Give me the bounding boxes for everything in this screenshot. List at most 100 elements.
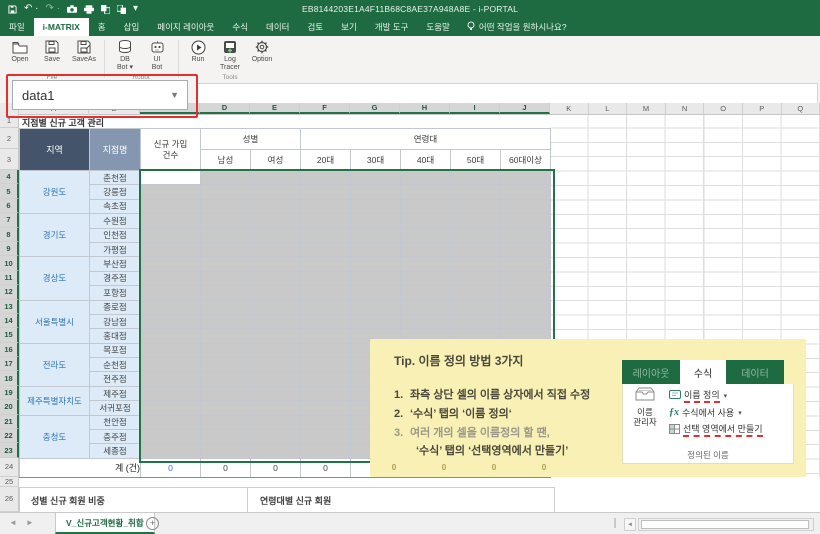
data-cell[interactable] — [301, 171, 351, 185]
data-cell[interactable] — [141, 300, 201, 314]
region-cell[interactable]: 제주특별자치도 — [20, 386, 90, 415]
row-header-18[interactable]: 18 — [0, 371, 19, 385]
data-cell[interactable] — [201, 271, 251, 285]
column-header-H[interactable]: H — [400, 103, 450, 114]
header-gender[interactable]: 성별 — [201, 129, 301, 150]
tab-home[interactable]: 홈 — [89, 18, 115, 36]
row-header-7[interactable]: 7 — [0, 213, 19, 227]
branch-cell[interactable]: 속초점 — [90, 199, 141, 213]
row-header-22[interactable]: 22 — [0, 429, 19, 443]
data-cell[interactable] — [451, 185, 501, 199]
row-header-8[interactable]: 8 — [0, 228, 19, 242]
branch-cell[interactable]: 목포점 — [90, 343, 141, 357]
data-cell[interactable] — [141, 358, 201, 372]
data-cell[interactable] — [141, 430, 201, 444]
data-cell[interactable] — [201, 171, 251, 185]
ui-bot-button[interactable]: UI Bot — [142, 38, 172, 72]
option-button[interactable]: Option — [247, 38, 277, 64]
data-cell[interactable] — [351, 286, 401, 300]
data-cell[interactable] — [301, 401, 351, 415]
branch-cell[interactable]: 포항점 — [90, 286, 141, 300]
data-cell[interactable] — [141, 444, 201, 458]
data-cell[interactable] — [301, 372, 351, 386]
data-cell[interactable] — [141, 214, 201, 228]
data-cell[interactable] — [301, 185, 351, 199]
data-cell[interactable] — [501, 199, 551, 213]
data-cell[interactable] — [301, 271, 351, 285]
data-cell[interactable] — [141, 386, 201, 400]
row-header-6[interactable]: 6 — [0, 199, 19, 213]
data-cell[interactable] — [351, 171, 401, 185]
data-cell[interactable] — [141, 329, 201, 343]
data-cell[interactable] — [401, 242, 451, 256]
column-header-D[interactable]: D — [200, 103, 250, 114]
row-header-19[interactable]: 19 — [0, 386, 19, 400]
row-header-25[interactable]: 25 — [0, 477, 19, 487]
column-header-P[interactable]: P — [743, 103, 782, 114]
data-cell[interactable] — [141, 286, 201, 300]
data-cell[interactable] — [251, 271, 301, 285]
data-cell[interactable] — [351, 314, 401, 328]
name-box[interactable]: data1 ▼ — [12, 80, 188, 110]
data-cell[interactable] — [401, 257, 451, 271]
data-cell[interactable] — [201, 444, 251, 458]
row-header-17[interactable]: 17 — [0, 357, 19, 371]
data-cell[interactable] — [251, 372, 301, 386]
data-cell[interactable] — [251, 444, 301, 458]
data-cell[interactable] — [201, 358, 251, 372]
data-cell[interactable] — [141, 271, 201, 285]
data-cell[interactable] — [401, 199, 451, 213]
header-age-40s[interactable]: 40대 — [401, 150, 451, 171]
branch-cell[interactable]: 홍대점 — [90, 329, 141, 343]
data-cell[interactable] — [201, 257, 251, 271]
row-header-11[interactable]: 11 — [0, 271, 19, 285]
sheet-tab-active[interactable]: V_신규고객현황_취합 — [55, 513, 155, 534]
db-bot-button[interactable]: DB Bot ▾ — [110, 38, 140, 72]
branch-cell[interactable]: 가평점 — [90, 242, 141, 256]
data-cell[interactable] — [301, 199, 351, 213]
data-cell[interactable] — [301, 430, 351, 444]
region-cell[interactable]: 전라도 — [20, 343, 90, 386]
data-cell[interactable] — [251, 358, 301, 372]
row-header-3[interactable]: 3 — [0, 149, 19, 170]
data-cell[interactable] — [251, 185, 301, 199]
column-header-K[interactable]: K — [550, 103, 589, 114]
row-header-2[interactable]: 2 — [0, 128, 19, 149]
tab-data[interactable]: 데이터 — [257, 18, 298, 36]
column-header-O[interactable]: O — [704, 103, 743, 114]
tab-developer[interactable]: 개발 도구 — [366, 18, 418, 36]
data-cell[interactable] — [501, 214, 551, 228]
chevron-down-icon[interactable]: ▼ — [170, 90, 187, 100]
data-cell[interactable] — [351, 199, 401, 213]
data-cell[interactable] — [251, 343, 301, 357]
data-cell[interactable] — [251, 242, 301, 256]
header-age-30s[interactable]: 30대 — [351, 150, 401, 171]
add-sheet-icon[interactable]: + — [146, 517, 159, 530]
total-label[interactable]: 계 (건) — [20, 458, 141, 477]
data-cell[interactable] — [401, 286, 451, 300]
data-cell[interactable] — [251, 329, 301, 343]
data-cell[interactable] — [351, 271, 401, 285]
data-cell[interactable] — [251, 228, 301, 242]
branch-cell[interactable]: 인천점 — [90, 228, 141, 242]
data-cell[interactable] — [141, 199, 201, 213]
branch-cell[interactable]: 수원점 — [90, 214, 141, 228]
data-cell[interactable] — [251, 430, 301, 444]
active-cell[interactable] — [141, 171, 201, 185]
row-header-15[interactable]: 15 — [0, 328, 19, 342]
data-cell[interactable] — [301, 228, 351, 242]
total-age-20s[interactable]: 0 — [301, 458, 351, 477]
branch-cell[interactable]: 강릉점 — [90, 185, 141, 199]
branch-cell[interactable]: 천안점 — [90, 415, 141, 429]
header-age-50s[interactable]: 50대 — [451, 150, 501, 171]
region-cell[interactable]: 서울특별시 — [20, 300, 90, 343]
data-cell[interactable] — [401, 185, 451, 199]
data-cell[interactable] — [251, 214, 301, 228]
branch-cell[interactable]: 부산점 — [90, 257, 141, 271]
data-cell[interactable] — [141, 185, 201, 199]
data-cell[interactable] — [301, 300, 351, 314]
run-button[interactable]: Run — [183, 38, 213, 64]
data-cell[interactable] — [301, 286, 351, 300]
data-cell[interactable] — [451, 171, 501, 185]
data-cell[interactable] — [451, 271, 501, 285]
